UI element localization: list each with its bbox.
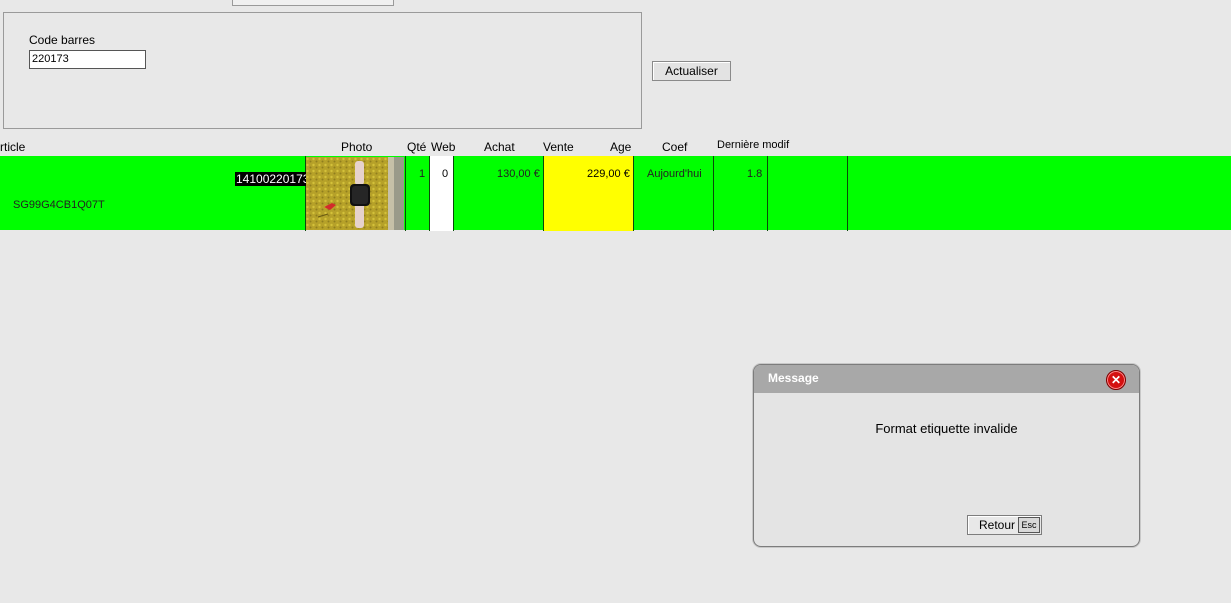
esc-shortcut-badge: Esc	[1018, 517, 1040, 533]
column-header-qty[interactable]: Qté	[407, 140, 426, 154]
retour-button-label: Retour	[979, 518, 1016, 532]
column-header-web[interactable]: Web	[431, 140, 455, 154]
barcode-label: Code barres	[29, 33, 96, 47]
article-barcode: 14100220173	[235, 172, 311, 186]
top-field-stub[interactable]	[232, 0, 394, 6]
column-divider	[713, 156, 714, 231]
product-photo[interactable]	[306, 157, 404, 230]
filter-panel	[3, 12, 642, 129]
column-divider	[767, 156, 768, 231]
column-header-last-modified[interactable]: Dernière modif	[717, 139, 789, 151]
age-value: Aujourd'hui	[647, 168, 702, 180]
achat-value: 130,00 €	[497, 168, 540, 180]
barcode-input[interactable]: 220173	[29, 50, 146, 69]
column-header-coef[interactable]: Coef	[662, 140, 687, 154]
dialog-title-bar[interactable]: Message ✕	[754, 365, 1139, 393]
column-divider	[453, 156, 454, 231]
smartwatch-photo-icon	[306, 157, 404, 230]
column-divider	[847, 156, 848, 231]
column-header-article[interactable]: rticle	[0, 140, 25, 154]
column-header-vente[interactable]: Vente	[543, 140, 574, 154]
column-divider	[429, 156, 430, 231]
column-header-age[interactable]: Age	[610, 140, 631, 154]
column-header-achat[interactable]: Achat	[484, 140, 515, 154]
message-dialog: Message ✕ Format etiquette invalide Reto…	[753, 364, 1140, 547]
vente-value: 229,00 €	[587, 168, 630, 180]
column-divider	[405, 156, 406, 231]
dialog-message: Format etiquette invalide	[875, 421, 1018, 436]
qty-value: 1	[419, 168, 426, 180]
column-header-photo[interactable]: Photo	[341, 140, 372, 154]
column-divider	[543, 156, 544, 231]
refresh-button[interactable]: Actualiser	[652, 61, 731, 81]
column-divider	[633, 156, 634, 231]
dialog-title: Message	[768, 371, 819, 385]
article-reference: SG99G4CB1Q07T	[13, 199, 105, 211]
coef-value: 1.8	[747, 168, 763, 180]
close-icon[interactable]: ✕	[1106, 370, 1126, 390]
retour-button[interactable]: Retour Esc	[967, 515, 1042, 535]
web-value[interactable]: 0	[442, 168, 448, 180]
